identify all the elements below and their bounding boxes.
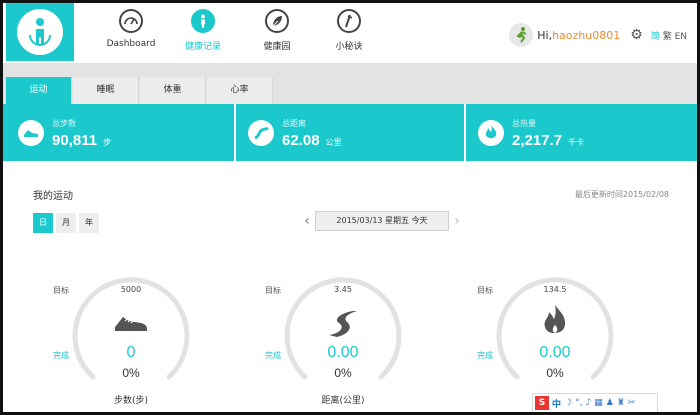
speedometer-icon: [119, 9, 143, 33]
nav-dashboard[interactable]: Dashboard: [91, 9, 171, 49]
tab-bar: 运动 睡眠 体重 心率: [3, 63, 697, 104]
stat-number: 62.08: [282, 132, 320, 149]
gauge-done-label: 完成: [265, 351, 281, 360]
gauge-target-value: 5000: [120, 285, 142, 294]
gauge-done-value: 0.00: [539, 344, 571, 361]
lang-simplified[interactable]: 简: [651, 32, 660, 42]
shoe-icon: [18, 120, 44, 146]
period-selector: 日 月 年: [33, 213, 102, 233]
moon-icon[interactable]: ☽: [564, 398, 572, 408]
stat-label: 总距离: [282, 119, 306, 128]
stat-unit: 千卡: [568, 138, 585, 147]
tip-icon: [337, 9, 361, 33]
stat-total-calories: 总热量 2,217.7 千卡: [466, 104, 697, 161]
road-icon: [313, 305, 373, 346]
nav-label: 健康记录: [184, 42, 221, 52]
chevron-right-icon[interactable]: ›: [449, 213, 465, 229]
stat-total-distance: 总距离 62.08 公里: [236, 104, 466, 161]
stat-value: 2,217.7 千卡: [512, 132, 584, 149]
tab-sleep[interactable]: 睡眠: [73, 77, 139, 104]
gauge-percent: 0%: [334, 366, 352, 380]
chevron-left-icon[interactable]: ‹: [299, 213, 315, 229]
flame-icon: [525, 303, 585, 348]
gauge-done-value: 0.00: [327, 344, 359, 361]
gauge-target-label: 目标: [477, 286, 493, 295]
stat-total-steps: 总步数 90,811 步: [6, 104, 236, 161]
leaf-icon: [265, 9, 289, 33]
last-updated: 最后更新时间2015/02/08: [574, 190, 669, 199]
avatar[interactable]: [509, 23, 534, 47]
top-header: Dashboard 健康记录 健康园 小秘诀 Hi, haozhu0801 ⚙ …: [3, 3, 697, 63]
gauge-target-label: 目标: [265, 286, 281, 295]
lang-english[interactable]: EN: [675, 32, 687, 42]
user-icon[interactable]: ♟: [606, 398, 614, 408]
stat-number: 90,811: [52, 132, 98, 149]
ime-mode[interactable]: 中: [552, 397, 561, 410]
flame-icon: [478, 120, 504, 146]
tab-weight[interactable]: 体重: [140, 77, 206, 104]
gauge-percent: 0%: [546, 366, 564, 380]
stat-value: 62.08 公里: [282, 132, 342, 149]
date-display[interactable]: 2015/03/13 星期五 今天: [315, 211, 449, 231]
summary-stats: 总步数 90,811 步 总距离 62.08 公里 总热量 2,217.7 千卡: [3, 104, 697, 161]
sogou-logo-icon[interactable]: S: [535, 396, 549, 410]
gauge-name: 步数(步): [113, 396, 149, 406]
shoe-icon: [101, 307, 161, 344]
nav-health-garden[interactable]: 健康园: [237, 9, 317, 52]
exercise-panel: 我的运动 最后更新时间2015/02/08 日 月 年 ‹ 2015/03/13…: [3, 161, 697, 412]
gauge-percent: 0%: [122, 366, 140, 380]
language-switcher: 简 繁 EN: [651, 29, 687, 42]
tab-exercise[interactable]: 运动: [6, 77, 72, 104]
stat-label: 总步数: [52, 119, 76, 128]
gauge-done-value: 0: [126, 344, 136, 361]
username-link[interactable]: haozhu0801: [552, 29, 620, 42]
shirt-icon[interactable]: ♜: [617, 398, 625, 408]
stat-number: 2,217.7: [512, 132, 563, 149]
mic-icon[interactable]: ♪: [585, 398, 591, 408]
greeting: Hi,: [537, 28, 553, 42]
gauge-target-label: 目标: [53, 286, 69, 295]
gear-icon[interactable]: ⚙: [630, 27, 643, 43]
section-title: 我的运动: [33, 191, 73, 202]
gauge-done-label: 完成: [477, 351, 493, 360]
tab-heart-rate[interactable]: 心率: [207, 77, 273, 104]
punctuation-icon[interactable]: °,: [575, 398, 582, 408]
nav-label: 健康园: [263, 42, 291, 52]
stat-label: 总热量: [512, 119, 536, 128]
gauge-done-label: 完成: [53, 351, 69, 360]
gauge-target-value: 134.5: [543, 285, 567, 294]
road-icon: [248, 120, 274, 146]
app-window: Dashboard 健康记录 健康园 小秘诀 Hi, haozhu0801 ⚙ …: [0, 0, 700, 415]
app-logo[interactable]: [6, 3, 74, 61]
period-day-button[interactable]: 日: [33, 213, 53, 233]
nav-tips[interactable]: 小秘诀: [309, 9, 389, 52]
stat-value: 90,811 步: [52, 132, 111, 149]
keyboard-icon[interactable]: ▦: [594, 398, 603, 408]
lang-traditional[interactable]: 繁: [663, 32, 672, 42]
nav-health-records[interactable]: 健康记录: [163, 9, 243, 52]
date-navigator: ‹ 2015/03/13 星期五 今天 ›: [299, 211, 465, 231]
person-icon: [191, 9, 215, 33]
wrench-icon[interactable]: ✂: [628, 398, 636, 408]
gauge-target-value: 3.45: [334, 285, 352, 294]
logo-icon: [17, 9, 63, 55]
stat-unit: 步: [103, 138, 112, 147]
ime-toolbar: S 中 ☽ °, ♪ ▦ ♟ ♜ ✂: [532, 393, 658, 412]
user-area: Hi, haozhu0801 ⚙ 简 繁 EN: [509, 23, 687, 47]
stat-unit: 公里: [325, 138, 342, 147]
nav-label: 小秘诀: [335, 42, 363, 52]
nav-label: Dashboard: [106, 39, 156, 49]
period-month-button[interactable]: 月: [56, 213, 76, 233]
gauge-name: 距离(公里): [321, 396, 365, 406]
runner-icon: [516, 27, 527, 43]
period-year-button[interactable]: 年: [79, 213, 99, 233]
